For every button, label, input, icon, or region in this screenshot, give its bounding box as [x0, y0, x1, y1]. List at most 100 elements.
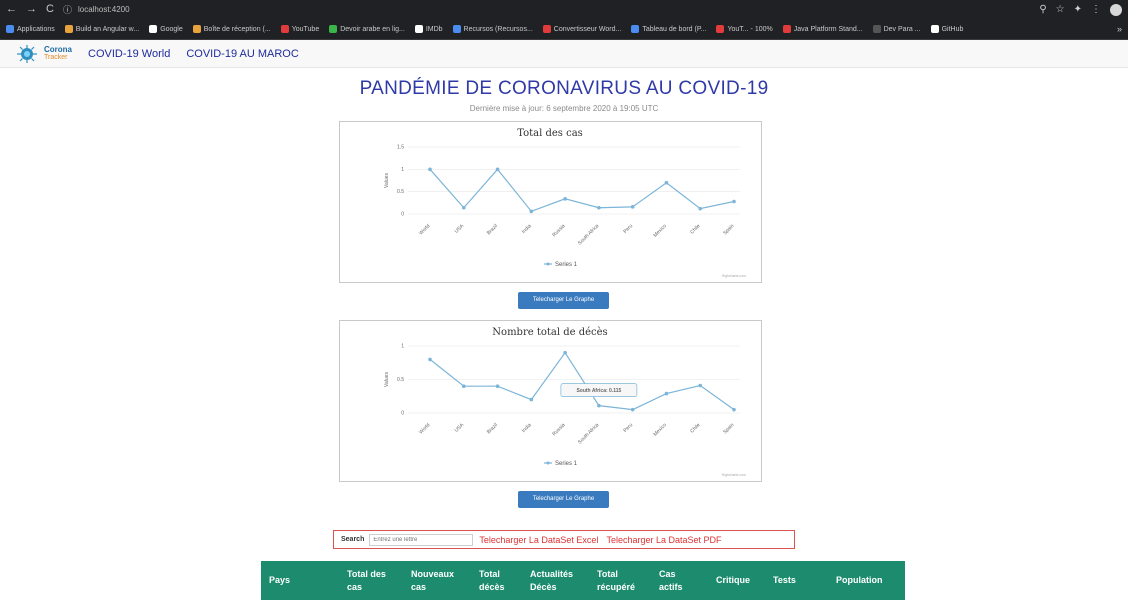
bookmark-label: YouT... - 100%: [727, 25, 773, 33]
search-input[interactable]: [369, 533, 474, 546]
table-header: Pays Total des cas Nouveaux cas Total dé…: [261, 561, 905, 600]
col-header-total-deces[interactable]: Total décès: [479, 561, 519, 600]
x-tick-label: Peru: [622, 223, 634, 235]
data-point: [732, 407, 736, 412]
bookmark-favicon-icon: [414, 25, 423, 33]
bookmark-label: Devoir arabe en lig...: [340, 25, 405, 33]
x-tick-label: Brazil: [486, 422, 499, 435]
bookmark-label: Tableau de bord (P...: [642, 25, 707, 33]
bookmark-item[interactable]: YouT... - 100%: [716, 25, 773, 33]
bookmark-favicon-icon: [782, 25, 791, 33]
col-header-nouveaux-cas[interactable]: Nouveaux cas: [411, 561, 471, 600]
series-line: [429, 168, 735, 213]
bookmark-label: Convertisseur Word...: [553, 25, 622, 33]
bookmark-item[interactable]: Java Platform Stand...: [782, 25, 863, 33]
bookmark-label: Build an Angular w...: [75, 25, 140, 33]
x-tick-label: Russia: [551, 223, 566, 238]
bookmark-favicon-icon: [631, 25, 640, 33]
y-tick-label: 0.5: [397, 189, 404, 195]
chart-total-deaths-svg: Nombre total de décès 0 0.5 1 Values World USA…: [384, 327, 746, 477]
bookmark-item[interactable]: Applications: [6, 25, 55, 33]
bookmark-item[interactable]: Google: [149, 25, 183, 33]
nav-link-world[interactable]: COVID-19 World: [88, 48, 170, 60]
bookmark-item[interactable]: Tableau de bord (P...: [631, 25, 706, 33]
virus-icon: [17, 44, 37, 63]
data-point: [630, 205, 635, 209]
legend-label: Series 1: [555, 461, 578, 467]
address-bar[interactable]: ⓘ localhost:4200: [63, 3, 1039, 16]
chart-credit: Highcharts.com: [722, 274, 746, 278]
x-tick-label: Brazil: [486, 223, 499, 236]
col-header-tests[interactable]: Tests: [773, 561, 813, 600]
back-button[interactable]: ←: [6, 0, 17, 19]
bookmark-label: Java Platform Stand...: [793, 25, 863, 33]
bookmark-favicon-icon: [716, 25, 725, 33]
reload-button[interactable]: C: [46, 0, 54, 19]
bookmark-label: Recursos (Recursos...: [463, 25, 533, 33]
download-excel-link[interactable]: Telecharger La DataSet Excel: [479, 535, 598, 545]
col-header-population[interactable]: Population: [836, 561, 901, 600]
bookmarks-overflow-icon[interactable]: »: [1117, 24, 1122, 34]
y-tick-label: 0.5: [397, 377, 404, 383]
data-point: [428, 167, 432, 172]
download-graph-button-cases[interactable]: Telecharger Le Graphe: [518, 292, 609, 309]
star-icon[interactable]: ☆: [1056, 4, 1065, 16]
bookmark-favicon-icon: [192, 25, 201, 33]
x-tick-label: USA: [454, 422, 466, 434]
nav-link-maroc[interactable]: COVID-19 AU MAROC: [186, 48, 298, 60]
logo-text-corona: Corona: [44, 44, 72, 54]
data-point: [732, 199, 736, 204]
col-header-pays[interactable]: Pays: [269, 561, 329, 600]
forward-button[interactable]: →: [26, 0, 37, 19]
col-header-total-recupere[interactable]: Total récupéré: [597, 561, 652, 600]
app-logo[interactable]: Corona Tracker: [14, 44, 72, 64]
bookmark-item[interactable]: Devoir arabe en lig...: [329, 25, 405, 33]
x-tick-label: South Africa: [577, 422, 600, 445]
data-point: [563, 197, 567, 201]
bookmark-item[interactable]: IMDb: [414, 25, 443, 33]
y-tick-label: 1.5: [397, 145, 404, 151]
y-tick-label: 0: [401, 411, 404, 417]
data-point: [529, 209, 534, 214]
bookmark-item[interactable]: Recursos (Recursos...: [452, 25, 533, 33]
y-axis-label: Values: [384, 173, 390, 188]
bookmark-label: YouTube: [291, 25, 320, 33]
x-tick-label: Mexico: [652, 422, 668, 438]
col-header-total-cas[interactable]: Total des cas: [347, 561, 397, 600]
bookmark-item[interactable]: Convertisseur Word...: [542, 25, 622, 33]
x-tick-label: World: [418, 223, 432, 237]
bookmark-favicon-icon: [452, 25, 461, 33]
bookmark-label: Google: [160, 25, 183, 33]
bookmark-favicon-icon: [149, 25, 158, 33]
y-tick-label: 1: [401, 167, 404, 173]
x-tick-label: Chile: [689, 422, 701, 434]
last-update-text: Dernière mise à jour: 6 septembre 2020 à…: [469, 104, 659, 113]
page-title: PANDÉMIE DE CORONAVIRUS AU COVID-19: [359, 78, 769, 99]
info-icon[interactable]: ⓘ: [63, 3, 72, 16]
download-graph-button-deaths[interactable]: Telecharger Le Graphe: [518, 491, 609, 508]
col-header-cas-actifs[interactable]: Cas actifs: [659, 561, 699, 600]
col-header-critique[interactable]: Critique: [716, 561, 766, 600]
chart-total-deaths: Nombre total de décès 0 0.5 1 Values World USA…: [339, 320, 762, 482]
bookmark-item[interactable]: YouTube: [280, 25, 320, 33]
y-tick-label: 0: [401, 212, 404, 218]
legend-label: Series 1: [555, 262, 578, 268]
col-header-actualites-deces[interactable]: Actualités Décès: [530, 561, 590, 600]
download-pdf-link[interactable]: Telecharger La DataSet PDF: [606, 535, 721, 545]
x-tick-label: World: [418, 422, 432, 436]
chart-total-cases-svg: Total des cas 0 0.5 1 1.5 Values World USA Brazi…: [384, 128, 746, 278]
browser-toolbar: ← → C ⓘ localhost:4200 ⚲ ☆ ✦ ⋮: [0, 0, 1128, 19]
zoom-icon[interactable]: ⚲: [1039, 4, 1046, 16]
bookmark-item[interactable]: Dev Para ...: [872, 25, 921, 33]
menu-icon[interactable]: ⋮: [1091, 4, 1101, 16]
app-navbar: Corona Tracker COVID-19 World COVID-19 A…: [0, 40, 1128, 68]
extension-icon[interactable]: ✦: [1074, 4, 1082, 16]
tooltip-text: South Africa: 0.115: [576, 388, 621, 394]
bookmark-item[interactable]: GitHub: [930, 25, 963, 33]
bookmark-item[interactable]: Boîte de réception (...: [192, 25, 271, 33]
bookmark-item[interactable]: Build an Angular w...: [64, 25, 140, 33]
profile-avatar[interactable]: [1110, 3, 1122, 16]
bookmark-favicon-icon: [329, 25, 338, 33]
data-point: [495, 384, 500, 388]
x-tick-label: India: [521, 223, 533, 235]
